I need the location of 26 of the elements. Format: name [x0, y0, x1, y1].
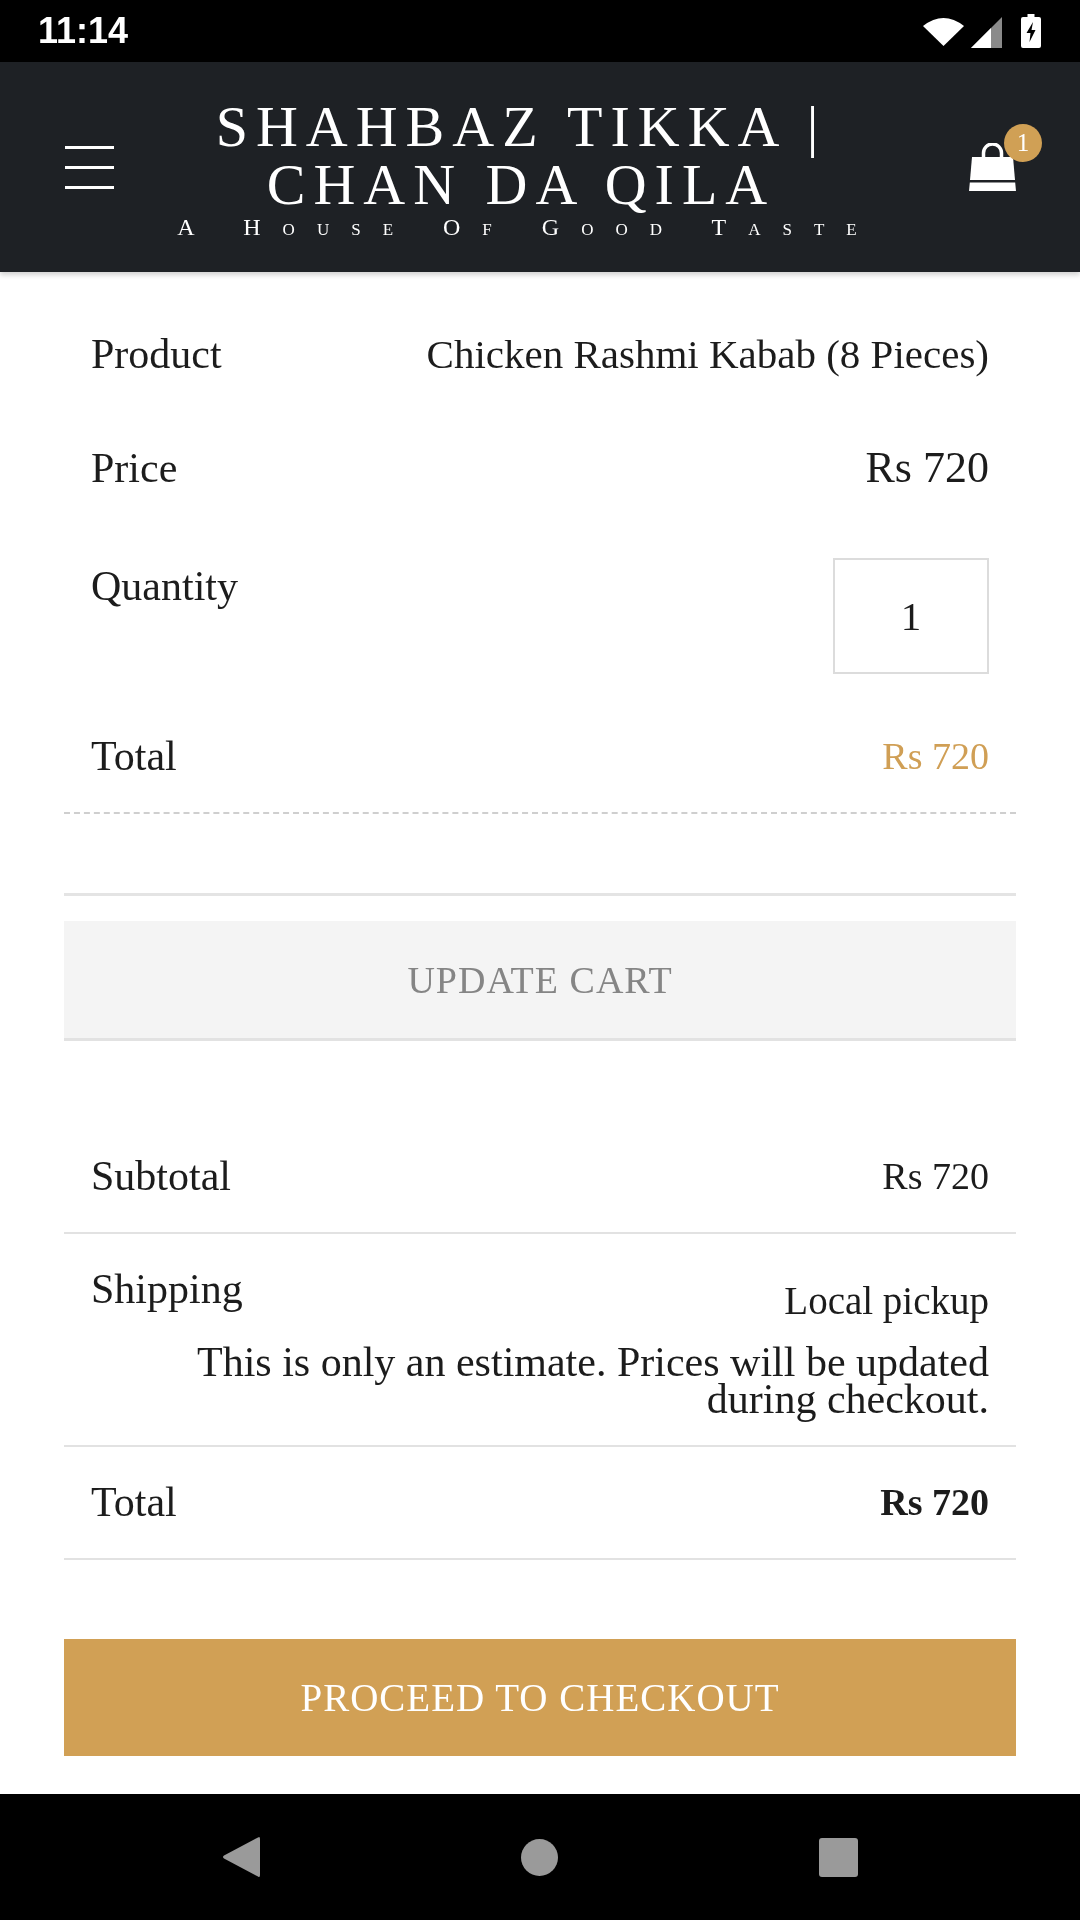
- price-value: Rs 720: [865, 444, 989, 492]
- site-title: SHAHBAZ TIKKA | CHAN DA QILA: [214, 98, 828, 214]
- subtotal-value: Rs 720: [882, 1154, 989, 1199]
- row-label: Total: [91, 1478, 177, 1526]
- total-value: Rs 720: [882, 734, 989, 779]
- checkout-button[interactable]: PROCEED TO CHECKOUT: [64, 1639, 1016, 1756]
- row-label: Shipping: [91, 1265, 243, 1313]
- site-tagline: A House Of Good Taste: [176, 214, 879, 240]
- quantity-field[interactable]: 1: [833, 558, 989, 674]
- row-label: Subtotal: [91, 1152, 231, 1200]
- back-icon[interactable]: [222, 1836, 260, 1878]
- clock-time: 11:14: [38, 10, 129, 52]
- menu-icon[interactable]: [65, 145, 114, 189]
- home-icon[interactable]: [521, 1838, 558, 1876]
- battery-charging-icon: [1021, 14, 1041, 48]
- product-name: Chicken Rashmi Kabab (8 Pieces): [426, 330, 989, 378]
- wifi-icon: [923, 18, 964, 46]
- recents-icon[interactable]: [819, 1837, 858, 1877]
- cart-count-badge: 1: [1004, 124, 1042, 162]
- row-label: Quantity: [91, 562, 238, 610]
- shopping-bag-icon[interactable]: [968, 143, 1017, 191]
- order-total-value: Rs 720: [880, 1480, 989, 1525]
- row-label: Product: [91, 330, 222, 378]
- signal-icon: [971, 16, 1002, 48]
- row-label: Total: [91, 732, 177, 780]
- row-label: Price: [91, 444, 178, 492]
